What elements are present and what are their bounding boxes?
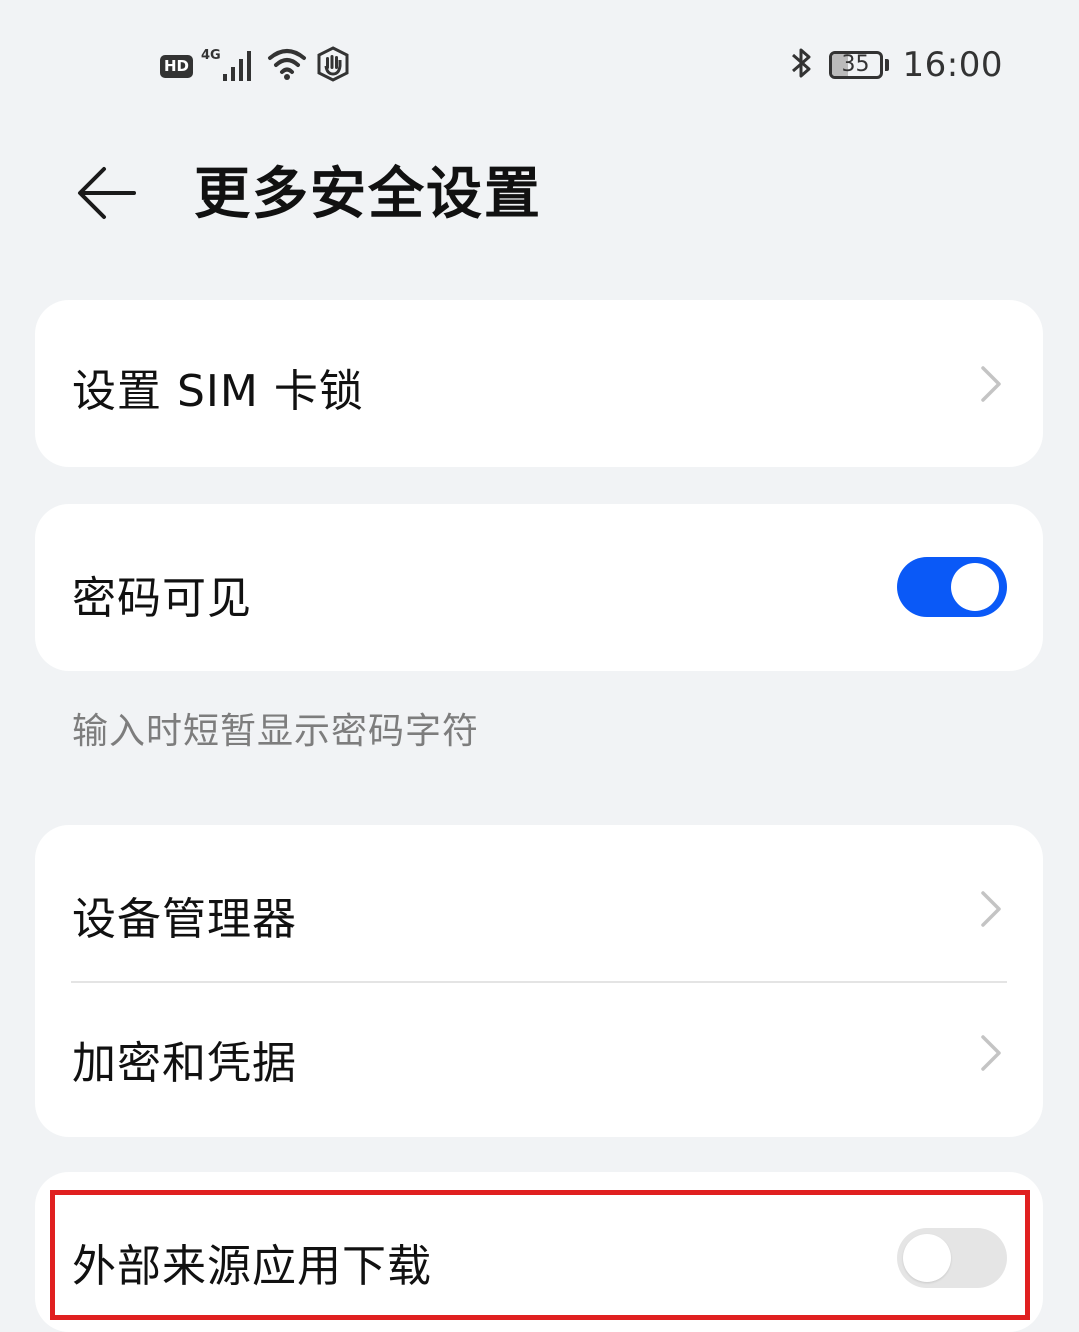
device-security-card: 设备管理器 加密和凭据 [35, 825, 1043, 1137]
password-visible-description: 输入时短暂显示密码字符 [72, 711, 480, 752]
battery-level: 35 [841, 52, 870, 77]
password-visible-card: 密码可见 [35, 504, 1043, 671]
password-visible-row: 密码可见 [35, 504, 1043, 671]
external-sources-toggle[interactable] [897, 1228, 1007, 1288]
password-visible-toggle[interactable] [897, 557, 1007, 617]
battery-icon: 35 [828, 51, 889, 79]
arrow-left-icon [74, 163, 138, 227]
external-sources-label: 外部来源应用下载 [72, 1241, 432, 1292]
status-bar-right: 35 16:00 [789, 44, 1003, 86]
clock: 16:00 [902, 45, 1003, 85]
sim-lock-card: 设置 SIM 卡锁 [35, 300, 1043, 467]
sim-lock-label: 设置 SIM 卡锁 [72, 366, 364, 417]
wifi-icon [267, 47, 307, 85]
chevron-right-icon [979, 889, 1003, 929]
external-sources-row: 外部来源应用下载 [35, 1172, 1043, 1332]
hd-icon: HD [160, 54, 194, 78]
status-bar: HD 4G 35 16:00 [0, 0, 1079, 130]
shield-hand-icon [315, 46, 351, 86]
password-visible-label: 密码可见 [72, 573, 252, 624]
status-bar-left: HD 4G [160, 46, 351, 86]
bluetooth-icon [789, 44, 815, 86]
signal-icon: 4G [201, 48, 259, 84]
device-manager-label: 设备管理器 [72, 894, 297, 945]
page-title: 更多安全设置 [194, 162, 542, 227]
sim-lock-row[interactable]: 设置 SIM 卡锁 [35, 300, 1043, 467]
encryption-credentials-row[interactable]: 加密和凭据 [35, 983, 1043, 1137]
back-button[interactable] [68, 160, 144, 230]
device-manager-row[interactable]: 设备管理器 [35, 825, 1043, 981]
chevron-right-icon [979, 1033, 1003, 1073]
header: 更多安全设置 [0, 150, 1079, 240]
encryption-credentials-label: 加密和凭据 [72, 1038, 297, 1089]
chevron-right-icon [979, 364, 1003, 404]
external-sources-card: 外部来源应用下载 [35, 1172, 1043, 1332]
